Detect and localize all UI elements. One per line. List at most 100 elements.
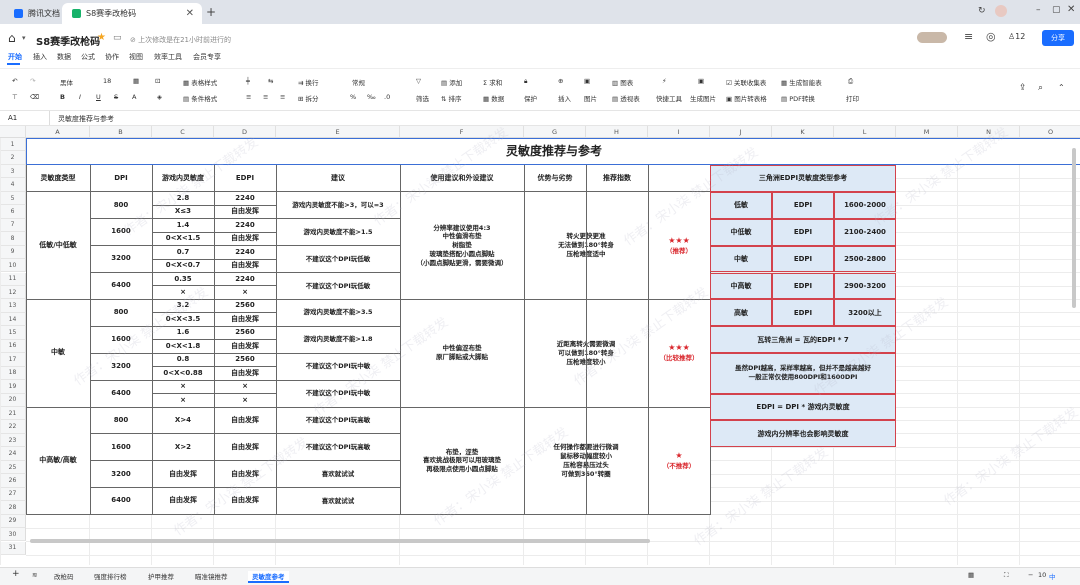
freeze-icon[interactable]: ⊡	[155, 77, 160, 85]
column-header[interactable]: I	[648, 126, 710, 138]
row-header[interactable]: 9	[0, 245, 26, 260]
smart-table-button[interactable]: ▦ 生成智能表	[781, 77, 822, 87]
underline-icon[interactable]: U	[96, 93, 101, 101]
row-header[interactable]: 11	[0, 272, 26, 286]
sheet-tab-active[interactable]: 灵敏度参考	[248, 571, 289, 583]
sheet-tab[interactable]: 改枪码	[54, 571, 74, 581]
folder-icon[interactable]: ▭	[113, 33, 122, 43]
minimize-icon[interactable]: –	[1036, 5, 1041, 15]
doc-title[interactable]: S8赛季改枪码	[36, 33, 100, 48]
history-icon[interactable]: ◎	[986, 30, 996, 43]
column-header[interactable]: O	[1020, 126, 1080, 138]
row-header[interactable]: 7	[0, 218, 26, 233]
row-header[interactable]: 13	[0, 299, 26, 313]
row-header[interactable]: 8	[0, 232, 26, 246]
row-header[interactable]: 12	[0, 285, 26, 300]
row-header[interactable]: 20	[0, 393, 26, 407]
row-header[interactable]: 2	[0, 151, 26, 165]
column-header[interactable]: K	[772, 126, 834, 138]
vertical-scrollbar[interactable]	[1072, 148, 1076, 308]
fullscreen-icon[interactable]: ⛶	[1004, 571, 1009, 580]
percent-icon[interactable]: %	[350, 93, 356, 101]
row-header[interactable]: 24	[0, 447, 26, 461]
column-header[interactable]: G	[524, 126, 586, 138]
row-header[interactable]: 28	[0, 501, 26, 515]
protect-button[interactable]: 保护	[524, 93, 537, 103]
column-header[interactable]: B	[90, 126, 152, 138]
column-header[interactable]: C	[152, 126, 214, 138]
row-header[interactable]: 23	[0, 433, 26, 448]
valign-icon[interactable]: ╪	[246, 77, 250, 85]
column-header[interactable]: E	[276, 126, 400, 138]
gen-image-icon[interactable]: ▣	[698, 77, 704, 85]
spreadsheet-grid[interactable]: A B C D E F G H I J K L M N O 1 2 3 4 5 6 7 8 9 10 11 12 13 14 15 16 17…	[0, 126, 1080, 565]
share-button[interactable]: 分享	[1042, 30, 1074, 46]
refresh-icon[interactable]: ↻	[978, 6, 986, 16]
row-header[interactable]: 10	[0, 259, 26, 273]
row-header[interactable]: 6	[0, 205, 26, 219]
ime-indicator[interactable]: 中	[1049, 571, 1056, 581]
home-icon[interactable]: ⌂	[8, 31, 16, 45]
print-icon[interactable]: ⎙	[848, 77, 853, 86]
cell-ref-box[interactable]: A1	[0, 111, 50, 125]
cond-format-button[interactable]: ▤ 条件格式	[183, 93, 217, 103]
select-all-corner[interactable]	[0, 126, 26, 138]
format-painter-icon[interactable]: ⊤	[12, 93, 18, 101]
print-button[interactable]: 打印	[846, 93, 859, 103]
sheet-tab[interactable]: 瞄准镜推荐	[195, 571, 228, 581]
share-link-icon[interactable]: ⇪	[1019, 83, 1027, 93]
insert-icon[interactable]: ⊕	[558, 77, 563, 85]
column-header[interactable]: N	[958, 126, 1020, 138]
filter-button[interactable]: 筛选	[416, 93, 429, 103]
border-icon[interactable]: ▦	[133, 77, 139, 85]
zoom-out-icon[interactable]: −	[1028, 571, 1033, 579]
redo-icon[interactable]: ↷	[30, 77, 35, 85]
row-header[interactable]: 22	[0, 420, 26, 434]
pivot-button[interactable]: ▤ 透视表	[612, 93, 640, 103]
font-size-select[interactable]: 18	[103, 77, 111, 85]
zoom-level[interactable]: 10	[1038, 571, 1046, 579]
row-header[interactable]: 21	[0, 407, 26, 421]
quick-tools-icon[interactable]: ⚡︎	[662, 77, 667, 85]
merge-button[interactable]: ⊞ 拆分	[298, 93, 319, 103]
row-header[interactable]: 25	[0, 460, 26, 475]
menu-view[interactable]: 视图	[129, 52, 143, 62]
row-header[interactable]: 29	[0, 514, 26, 529]
menu-icon[interactable]: ≡	[964, 30, 973, 43]
data-button[interactable]: ▦ 数据	[483, 93, 504, 103]
row-header[interactable]: 3	[0, 164, 26, 179]
column-header[interactable]: M	[896, 126, 958, 138]
row-header[interactable]: 27	[0, 487, 26, 502]
collapse-icon[interactable]: ⌃	[1058, 83, 1065, 92]
number-format-select[interactable]: 常规	[352, 77, 365, 87]
column-header[interactable]: H	[586, 126, 648, 138]
related-collect-button[interactable]: ☑ 关联收集表	[726, 77, 766, 87]
add-button[interactable]: ▤ 添加	[441, 77, 462, 87]
thousands-icon[interactable]: ‰	[367, 93, 376, 101]
menu-formula[interactable]: 公式	[81, 52, 95, 62]
row-header[interactable]: 18	[0, 366, 26, 381]
row-header[interactable]: 4	[0, 178, 26, 192]
profile-avatar[interactable]	[995, 5, 1007, 17]
star-icon[interactable]: ★	[97, 32, 106, 43]
img-to-table-button[interactable]: ▣ 图片转表格	[726, 93, 767, 103]
font-color-icon[interactable]: A	[132, 93, 136, 101]
filter-icon[interactable]: ▽	[416, 77, 421, 85]
column-header[interactable]: J	[710, 126, 772, 138]
collaborator-avatars[interactable]	[917, 32, 947, 43]
decimal-icon[interactable]: .0	[384, 93, 390, 101]
menu-start[interactable]: 开始	[8, 52, 22, 62]
font-select[interactable]: 黑体	[60, 77, 73, 87]
align-left-icon[interactable]: ≡	[246, 93, 251, 101]
close-window-icon[interactable]: ✕	[1067, 4, 1075, 15]
row-header[interactable]: 15	[0, 326, 26, 340]
menu-member[interactable]: 会员专享	[193, 52, 221, 62]
align-center-icon[interactable]: ≡	[263, 93, 268, 101]
row-header[interactable]: 26	[0, 474, 26, 488]
italic-icon[interactable]: I	[79, 93, 81, 101]
collaborators[interactable]: ♙12	[1008, 32, 1025, 41]
search-icon[interactable]: ⌕	[1038, 83, 1043, 93]
column-header[interactable]: F	[400, 126, 524, 138]
browser-tab-tencent-docs[interactable]: 腾讯文档	[4, 3, 62, 24]
align-right-icon[interactable]: ≡	[280, 93, 285, 101]
